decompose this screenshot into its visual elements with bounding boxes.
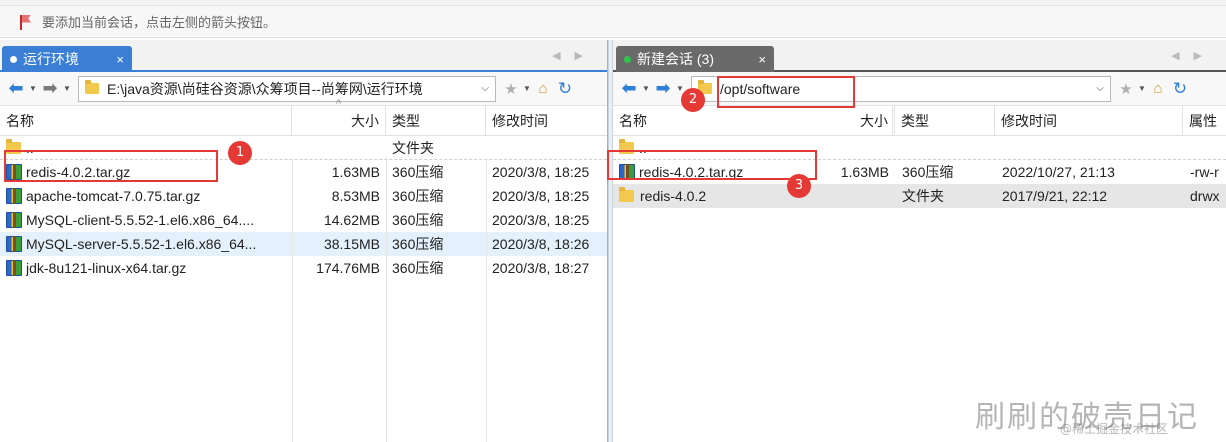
file-size: 14.62MB	[323, 212, 380, 228]
file-size: 174.76MB	[316, 260, 380, 276]
list-item[interactable]: jdk-8u121-linux-x64.tar.gz 174.76MB 360压…	[0, 256, 607, 280]
tab-label: 运行环境	[23, 51, 79, 67]
local-tab-row: 运行环境 × ◀▶	[0, 40, 607, 72]
file-modified: 2020/3/8, 18:27	[492, 260, 590, 276]
file-name: MySQL-client-5.5.52-1.el6.x86_64....	[26, 212, 255, 228]
column-separator	[386, 160, 387, 442]
home-folder-icon[interactable]: ⌂	[532, 78, 554, 100]
chevron-down-icon[interactable]: ▼	[62, 84, 72, 93]
file-size: 38.15MB	[323, 236, 380, 252]
column-type[interactable]: 类型	[895, 106, 995, 136]
chevron-down-icon[interactable]: ▼	[28, 84, 38, 93]
folder-icon	[619, 187, 634, 202]
local-toolbar: ⬅ ▼ ➡ ▼ E:\java资源\尚硅谷资源\众筹项目--尚筹网\运行环境 ⌵…	[0, 72, 607, 106]
list-item[interactable]: redis-4.0.2 文件夹 2017/9/21, 22:12 drwx	[613, 184, 1226, 208]
forward-arrow-icon[interactable]: ➡	[651, 77, 675, 101]
refresh-icon[interactable]: ↻	[554, 78, 576, 100]
close-tab-icon[interactable]: ×	[116, 52, 124, 67]
file-type: 360压缩	[392, 212, 444, 228]
back-arrow-icon[interactable]: ⬅	[617, 77, 641, 101]
file-modified: 2017/9/21, 22:12	[1002, 188, 1108, 204]
file-modified: 2020/3/8, 18:25	[492, 164, 590, 180]
file-name: MySQL-server-5.5.52-1.el6.x86_64...	[26, 236, 257, 252]
remote-pane: 新建会话 (3) × ◀▶ ⬅ ▼ ➡ ▼ /opt/software ⌵ ★ …	[607, 40, 1226, 442]
list-item[interactable]: MySQL-client-5.5.52-1.el6.x86_64.... 14.…	[0, 208, 607, 232]
close-tab-icon[interactable]: ×	[758, 52, 766, 67]
column-size[interactable]: 大小	[813, 106, 895, 136]
column-attr[interactable]: 属性	[1183, 106, 1226, 136]
file-type: 文件夹	[902, 188, 944, 204]
file-type: 360压缩	[392, 164, 444, 180]
session-hint-text: 要添加当前会话，点击左侧的箭头按钮。	[42, 15, 277, 30]
forward-arrow-icon[interactable]: ➡	[38, 77, 62, 101]
archive-icon	[6, 260, 22, 276]
session-hint-bar: 要添加当前会话，点击左侧的箭头按钮。	[0, 6, 1226, 38]
file-size: 1.63MB	[331, 164, 380, 180]
sort-arrow-icon: ^	[336, 98, 342, 110]
local-path-input[interactable]: E:\java资源\尚硅谷资源\众筹项目--尚筹网\运行环境 ⌵	[78, 75, 496, 102]
refresh-icon[interactable]: ↻	[1169, 78, 1191, 100]
watermark-subtitle: @稀土掘金技术社区	[1060, 422, 1169, 436]
tab-new-session[interactable]: 新建会话 (3) ×	[616, 46, 774, 72]
chevron-down-icon[interactable]: ▼	[1137, 84, 1147, 93]
file-attr: -rw-r	[1190, 164, 1219, 180]
local-path-text: E:\java资源\尚硅谷资源\众筹项目--尚筹网\运行环境	[107, 80, 423, 97]
file-modified: 2020/3/8, 18:26	[492, 236, 590, 252]
star-icon[interactable]: ★	[500, 78, 522, 100]
file-type: 360压缩	[392, 260, 444, 276]
file-type: 文件夹	[392, 140, 434, 156]
column-type[interactable]: 类型	[386, 106, 486, 136]
star-icon[interactable]: ★	[1115, 78, 1137, 100]
chevron-down-icon[interactable]: ⌵	[481, 83, 489, 94]
file-modified: 2020/3/8, 18:25	[492, 212, 590, 228]
column-name[interactable]: 名称	[0, 106, 292, 136]
annotation-badge-2: 2	[681, 88, 705, 112]
tab-label: 新建会话 (3)	[637, 51, 714, 67]
highlight-box	[717, 76, 855, 108]
tab-scroll-arrows-icon[interactable]: ◀▶	[1171, 49, 1216, 62]
annotation-badge-1: 1	[228, 141, 252, 165]
file-type: 360压缩	[392, 236, 444, 252]
column-modified[interactable]: 修改时间	[995, 106, 1183, 136]
file-name: jdk-8u121-linux-x64.tar.gz	[26, 260, 187, 276]
list-item[interactable]: MySQL-server-5.5.52-1.el6.x86_64... 38.1…	[0, 232, 607, 256]
archive-icon	[6, 236, 22, 252]
chevron-down-icon[interactable]: ▼	[641, 84, 651, 93]
tab-scroll-arrows-icon[interactable]: ◀▶	[552, 49, 597, 62]
column-size[interactable]: 大小	[292, 106, 386, 136]
local-pane: 运行环境 × ◀▶ ⬅ ▼ ➡ ▼ E:\java资源\尚硅谷资源\众筹项目--…	[0, 40, 608, 442]
file-type: 360压缩	[902, 164, 954, 180]
file-modified: 2020/3/8, 18:25	[492, 188, 590, 204]
home-folder-icon[interactable]: ⌂	[1147, 78, 1169, 100]
chevron-down-icon[interactable]: ▼	[522, 84, 532, 93]
local-column-header: 名称 大小 ^ 类型 修改时间	[0, 98, 608, 136]
remote-column-header: 名称 大小 类型 修改时间 属性	[613, 106, 1226, 136]
file-attr: drwx	[1190, 188, 1220, 204]
file-modified: 2022/10/27, 21:13	[1002, 164, 1115, 180]
column-modified[interactable]: 修改时间	[486, 106, 608, 136]
folder-icon	[85, 80, 99, 94]
archive-icon	[6, 188, 22, 204]
connection-status-icon	[624, 55, 631, 63]
annotation-badge-3: 3	[787, 174, 811, 198]
archive-icon	[6, 212, 22, 228]
file-size: 8.53MB	[331, 188, 380, 204]
list-item[interactable]: apache-tomcat-7.0.75.tar.gz 8.53MB 360压缩…	[0, 184, 607, 208]
chevron-down-icon[interactable]: ⌵	[1096, 83, 1104, 94]
highlight-box	[607, 150, 817, 180]
tab-status-dot-icon	[10, 55, 17, 63]
flag-icon	[18, 14, 34, 30]
file-name: apache-tomcat-7.0.75.tar.gz	[26, 188, 201, 204]
column-separator	[292, 160, 293, 442]
remote-tab-row: 新建会话 (3) × ◀▶	[613, 40, 1226, 72]
column-separator	[486, 160, 487, 442]
back-arrow-icon[interactable]: ⬅	[4, 77, 28, 101]
file-type: 360压缩	[392, 188, 444, 204]
highlight-box	[4, 150, 218, 182]
tab-local-env[interactable]: 运行环境 ×	[2, 46, 132, 72]
file-size: 1.63MB	[840, 164, 889, 180]
